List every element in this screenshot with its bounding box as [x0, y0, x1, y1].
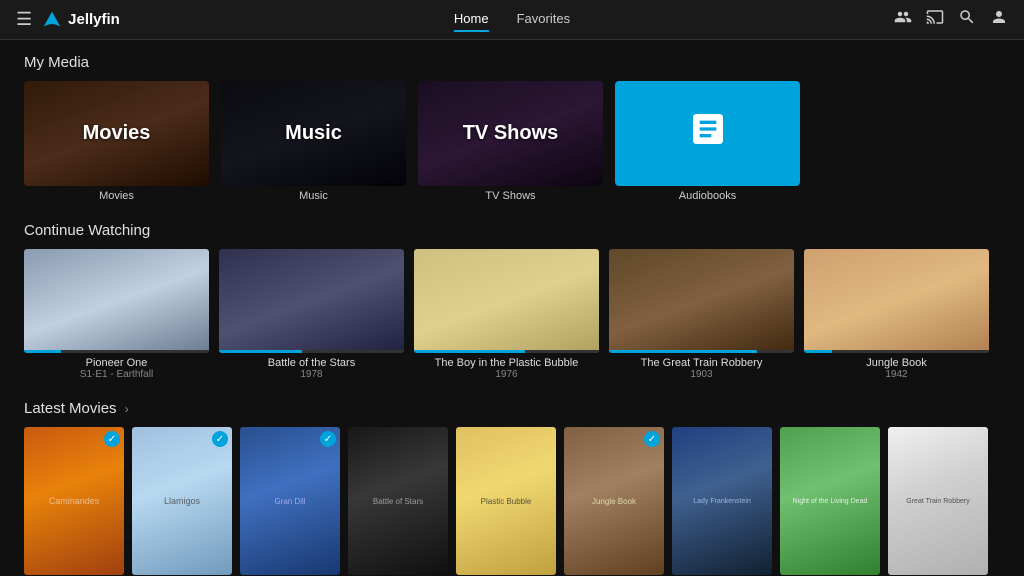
movies-overlay: Movies	[24, 81, 209, 186]
media-card-music[interactable]: Music Music	[221, 81, 406, 202]
lm-check-2: ✓	[320, 431, 336, 447]
lm-card-1[interactable]: Llamigos✓ Caminandes: Llamigos	[132, 427, 232, 576]
cw-sub-3: 1903	[609, 369, 794, 380]
latest-movies-chevron: ›	[125, 402, 129, 416]
cw-sub-4: 1942	[804, 369, 989, 380]
lm-check-1: ✓	[212, 431, 228, 447]
audiobooks-overlay	[615, 81, 800, 186]
movies-label: Movies	[75, 122, 159, 145]
tvshows-label: TV Shows	[455, 122, 567, 145]
header: ☰ Jellyfin Home Favorites	[0, 0, 1024, 40]
cw-card-3[interactable]: The Great Train Robbery1903	[609, 249, 794, 380]
menu-icon[interactable]: ☰	[16, 9, 32, 30]
cw-sub-2: 1976	[414, 369, 599, 380]
jellyfin-logo-icon	[42, 10, 62, 30]
main-nav: Home Favorites	[454, 7, 570, 32]
latest-movies-grid: Caminandes✓ Caminandes: Llama D... Llami…	[24, 427, 1000, 576]
cw-title-3: The Great Train Robbery	[609, 357, 794, 369]
continue-watching-title: Continue Watching	[24, 222, 1000, 239]
continue-watching-grid: Pioneer OneS1·E1 - Earthfall Battle of t…	[24, 249, 1000, 380]
logo: Jellyfin	[42, 10, 120, 30]
cw-sub-0: S1·E1 - Earthfall	[24, 369, 209, 380]
audiobooks-card-title: Audiobooks	[615, 190, 800, 202]
app-name: Jellyfin	[68, 11, 120, 28]
cw-title-1: Battle of the Stars	[219, 357, 404, 369]
cw-card-1[interactable]: Battle of the Stars1978	[219, 249, 404, 380]
tvshows-card-title: TV Shows	[418, 190, 603, 202]
nav-favorites[interactable]: Favorites	[517, 7, 570, 32]
lm-card-8[interactable]: Great Train Robbery The Great Train Robb…	[888, 427, 988, 576]
audiobooks-icon	[688, 109, 728, 158]
profile-icon[interactable]	[990, 8, 1008, 31]
music-label: Music	[277, 122, 350, 145]
search-icon[interactable]	[958, 8, 976, 31]
latest-movies-section: Latest Movies › Caminandes✓ Caminandes: …	[24, 400, 1000, 576]
cw-card-0[interactable]: Pioneer OneS1·E1 - Earthfall	[24, 249, 209, 380]
continue-watching-section: Continue Watching Pioneer OneS1·E1 - Ear…	[24, 222, 1000, 380]
users-icon[interactable]	[894, 8, 912, 31]
cast-icon[interactable]	[926, 8, 944, 31]
my-media-title: My Media	[24, 54, 1000, 71]
cw-title-2: The Boy in the Plastic Bubble	[414, 357, 599, 369]
cw-title-0: Pioneer One	[24, 357, 209, 369]
lm-card-7[interactable]: Night of the Living Dead Night of the Li…	[780, 427, 880, 576]
lm-card-0[interactable]: Caminandes✓ Caminandes: Llama D...	[24, 427, 124, 576]
tvshows-overlay: TV Shows	[418, 81, 603, 186]
cw-card-2[interactable]: The Boy in the Plastic Bubble1976	[414, 249, 599, 380]
cw-sub-1: 1978	[219, 369, 404, 380]
nav-home[interactable]: Home	[454, 7, 489, 32]
media-card-movies[interactable]: Movies Movies	[24, 81, 209, 202]
media-card-audiobooks[interactable]: Audiobooks	[615, 81, 800, 202]
header-right	[894, 8, 1008, 31]
media-card-tvshows[interactable]: TV Shows TV Shows	[418, 81, 603, 202]
main-content: My Media Movies Movies Music M	[0, 40, 1024, 576]
my-media-grid: Movies Movies Music Music TV	[24, 81, 1000, 202]
my-media-section: My Media Movies Movies Music M	[24, 54, 1000, 202]
lm-card-4[interactable]: Plastic Bubble The Boy in the Plastic...	[456, 427, 556, 576]
lm-card-3[interactable]: Battle of Stars Battle of Stars	[348, 427, 448, 576]
latest-movies-title: Latest Movies ›	[24, 400, 1000, 417]
movies-card-title: Movies	[24, 190, 209, 202]
lm-card-6[interactable]: Lady Frankenstein Lady Frankenstein	[672, 427, 772, 576]
latest-movies-link[interactable]: Latest Movies	[24, 400, 117, 417]
lm-check-0: ✓	[104, 431, 120, 447]
header-left: ☰ Jellyfin	[16, 9, 120, 30]
music-overlay: Music	[221, 81, 406, 186]
cw-card-4[interactable]: Jungle Book1942	[804, 249, 989, 380]
cw-title-4: Jungle Book	[804, 357, 989, 369]
lm-card-5[interactable]: Jungle Book✓ Jungle Book	[564, 427, 664, 576]
music-card-title: Music	[221, 190, 406, 202]
lm-check-5: ✓	[644, 431, 660, 447]
lm-card-2[interactable]: Gran Dill✓ Caminandes: Gran Dill...	[240, 427, 340, 576]
